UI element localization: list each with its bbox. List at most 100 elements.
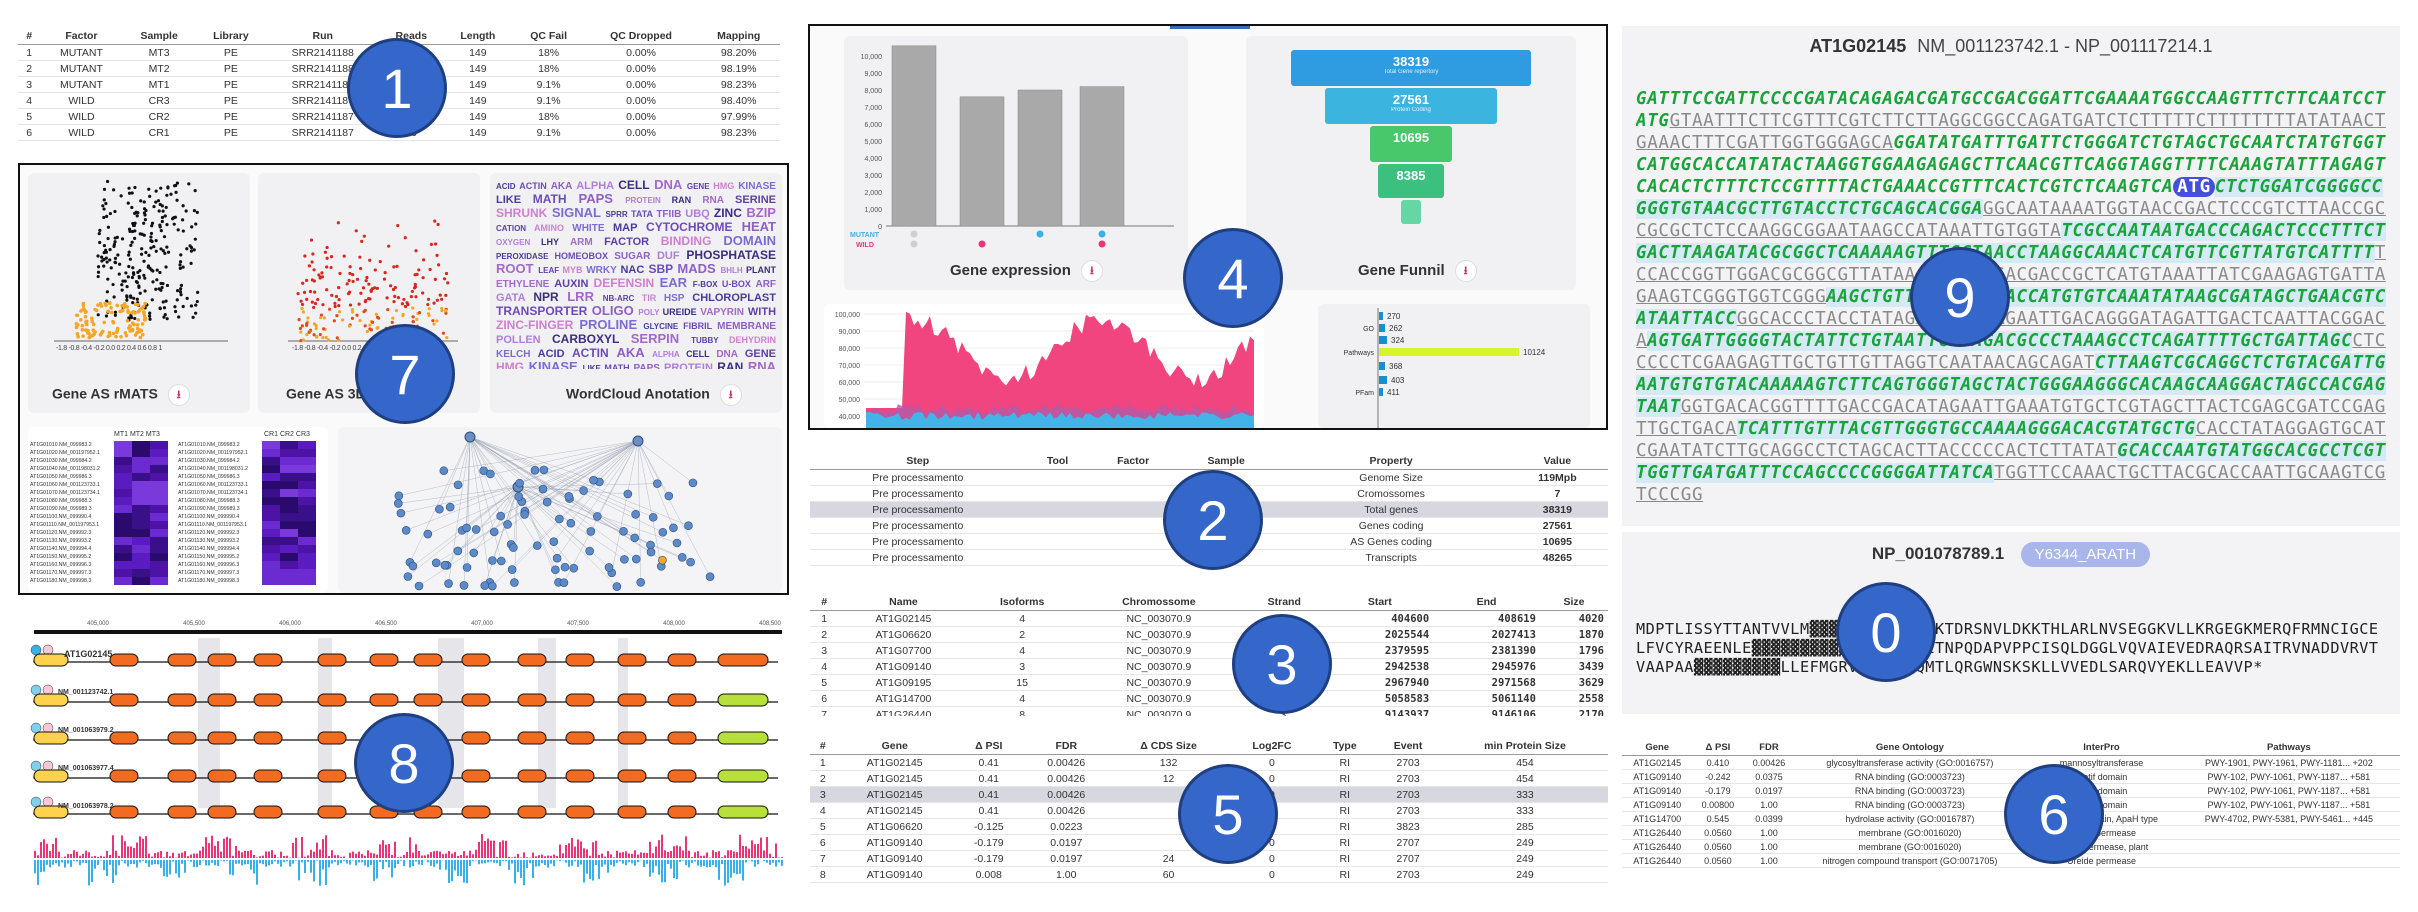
anno_table-col-header[interactable]: FDR	[1743, 740, 1795, 756]
samples_table-col-header[interactable]: QC Dropped	[584, 28, 698, 45]
samples_table-col-header[interactable]: Library	[195, 28, 267, 45]
coverage-bar-mutant	[34, 860, 36, 874]
samples_table-col-header[interactable]: Length	[443, 28, 513, 45]
funnel-step[interactable]: 27561 Protein Coding	[1325, 88, 1497, 124]
volcano-point	[370, 320, 375, 324]
anno_table-col-header[interactable]: Pathways	[2177, 740, 2400, 756]
coverage-bar-mutant	[712, 860, 714, 865]
genes_table-row[interactable]: 4 AT1G09140 3 NC_003070.9 2942538 2945976 3439	[810, 658, 1608, 675]
coverage-bar-wild	[673, 846, 675, 858]
anno_table-row[interactable]: AT1G26440 0.0560 1.00 nitrogen compound tra…	[1622, 853, 2400, 868]
download-funnel-button[interactable]: ⭳	[1454, 260, 1477, 282]
anno_table-col-header[interactable]: Gene Ontology	[1794, 740, 2026, 756]
heatmap-cell	[280, 465, 298, 473]
samples_table-col-header[interactable]: #	[18, 28, 41, 45]
heatmap-row-label: AT1G01030.NM_099984.2	[30, 458, 92, 464]
samples_table-col-header[interactable]: Sample	[122, 28, 196, 45]
volcano-point	[122, 301, 127, 306]
samples_table-col-header[interactable]: Factor	[40, 28, 123, 45]
as_table-row[interactable]: 8 AT1G09140 0.008 1.00 60 0 RI 2703 249	[810, 866, 1608, 883]
as_table-col-header[interactable]: Δ CDS Size	[1108, 738, 1229, 755]
exon-block	[207, 805, 237, 819]
genes_table-col-header[interactable]: End	[1433, 594, 1540, 611]
genes_table-row[interactable]: 5 AT1G09195 15 NC_003070.9 2967940 2971568 362…	[810, 674, 1608, 691]
genes_table-row[interactable]: 6 AT1G14700 4 NC_003070.9 5058583 5061140 2558	[810, 690, 1608, 707]
volcano-point	[359, 266, 363, 271]
anno_table-col-header[interactable]: Gene	[1622, 740, 1693, 756]
volcano-point	[127, 264, 131, 269]
volcano-point	[111, 319, 115, 324]
protein-header: NP_001078789.1 Y6344_ARATH	[1622, 542, 2400, 567]
anno_table-row[interactable]: AT1G09140 -0.242 0.0375 RNA binding (GO:000…	[1622, 769, 2400, 784]
as_table-col-header[interactable]: FDR	[1023, 738, 1109, 755]
volcano-point	[355, 277, 360, 281]
genes_table-cell: 4	[968, 690, 1076, 707]
genes_table-col-header[interactable]: Isoforms	[968, 594, 1076, 611]
funnel-step[interactable]: 38319 Total Gene repertory	[1291, 50, 1531, 86]
heatmap-row-label: AT1G01120.NM_099992.3	[178, 530, 240, 536]
heatmap-cell	[280, 553, 298, 561]
coverage-bar-wild	[475, 849, 477, 858]
anno_table-row[interactable]: AT1G02145 0.410 0.00426 glycosyltransferase…	[1622, 755, 2400, 770]
callout-badge-8: 8	[354, 713, 454, 813]
coverage-bar-mutant	[247, 860, 249, 865]
as_table-col-header[interactable]: Type	[1315, 738, 1375, 755]
genes_table-col-header[interactable]: Strand	[1242, 594, 1327, 611]
genes_table-col-header[interactable]: Name	[838, 594, 969, 611]
start-codon-marker[interactable]: ATG	[2173, 177, 2215, 197]
anno_table-row[interactable]: AT1G26440 0.0560 1.00 membrane (GO:0016020)…	[1622, 839, 2400, 854]
protein-uniprot-tag[interactable]: Y6344_ARATH	[2020, 542, 2151, 567]
anno_table-col-header[interactable]: Δ PSI	[1692, 740, 1744, 756]
heatmap-row-label: AT1G01070.NM_001123734.1	[30, 490, 100, 496]
coverage-bar-mutant	[520, 860, 522, 878]
top-tab-indicator[interactable]	[1170, 26, 1250, 29]
funnel-step[interactable]: 10695	[1370, 126, 1452, 162]
genes_table-row[interactable]: 2AT1G066202NC_003070.95'2025544202741318…	[810, 626, 1608, 643]
intron-line	[33, 660, 778, 663]
genes_table-row[interactable]: 7AT1G264408NC_003070.93'9143937914610621…	[810, 706, 1608, 716]
genes_table-row[interactable]: 1AT1G021454NC_003070.95'4046004086194020	[810, 610, 1608, 627]
as_table-col-header[interactable]: min Protein Size	[1441, 738, 1608, 755]
genes_table-col-header[interactable]: Chromossome	[1075, 594, 1243, 611]
download-wordcloud-button[interactable]: ⭳	[719, 384, 742, 406]
stats_table-col-header[interactable]: Property	[1275, 453, 1507, 470]
exon-block	[517, 653, 547, 667]
volcano-point	[113, 256, 118, 260]
coverage-bar-wild	[763, 850, 765, 858]
funnel-step[interactable]: 8385	[1378, 164, 1444, 198]
anno_table-col-header[interactable]: InterPro	[2025, 740, 2178, 756]
genes_table-col-header[interactable]: Start	[1326, 594, 1434, 611]
as_table-col-header[interactable]: Event	[1374, 738, 1442, 755]
download-rmats-button[interactable]: ⭳	[167, 384, 190, 406]
funnel-step[interactable]	[1401, 200, 1421, 224]
stats_table-col-header[interactable]: Step	[810, 453, 1026, 470]
network-node	[462, 563, 472, 572]
genes_table-row[interactable]: 3 AT1G07700 4 NC_003070.9 2379595 2381390 1796	[810, 642, 1608, 659]
genes_table-col-header[interactable]: #	[810, 594, 839, 611]
as_table-cell: 0.41	[953, 786, 1024, 803]
gene-expression-bar-chart: 10,0009,0008,0007,0006,0005,0004,0003,00…	[850, 45, 1174, 249]
samples_table-col-header[interactable]: QC Fail	[512, 28, 585, 45]
as_table-col-header[interactable]: Gene	[835, 738, 954, 755]
samples_table-col-header[interactable]: Run	[266, 28, 380, 45]
volcano-point	[125, 295, 129, 299]
coverage-bar-wild	[628, 853, 630, 858]
volcano-point	[193, 237, 197, 241]
volcano-point	[390, 320, 394, 324]
genes_table-col-header[interactable]: Size	[1539, 594, 1608, 611]
coverage-bar-mutant	[211, 860, 213, 863]
heatmap-row-label: AT1G01100.NM_099990.4	[178, 514, 240, 520]
stats_table-col-header[interactable]: Value	[1506, 453, 1608, 470]
coverage-bar-wild	[139, 836, 141, 858]
download-expression-button[interactable]: ⭳	[1080, 260, 1103, 282]
stats_table-col-header[interactable]: Factor	[1089, 453, 1177, 470]
exon-block	[617, 805, 647, 819]
as_table-col-header[interactable]: Log2FC	[1228, 738, 1316, 755]
samples_table-col-header[interactable]: Mapping	[697, 28, 780, 45]
as_table-col-header[interactable]: #	[810, 738, 836, 755]
stats_table-col-header[interactable]: Tool	[1025, 453, 1090, 470]
stats_table-col-header[interactable]: Sample	[1176, 453, 1276, 470]
as_table-col-header[interactable]: Δ PSI	[953, 738, 1024, 755]
volcano-point	[133, 229, 137, 233]
coverage-bar-wild	[373, 853, 375, 858]
